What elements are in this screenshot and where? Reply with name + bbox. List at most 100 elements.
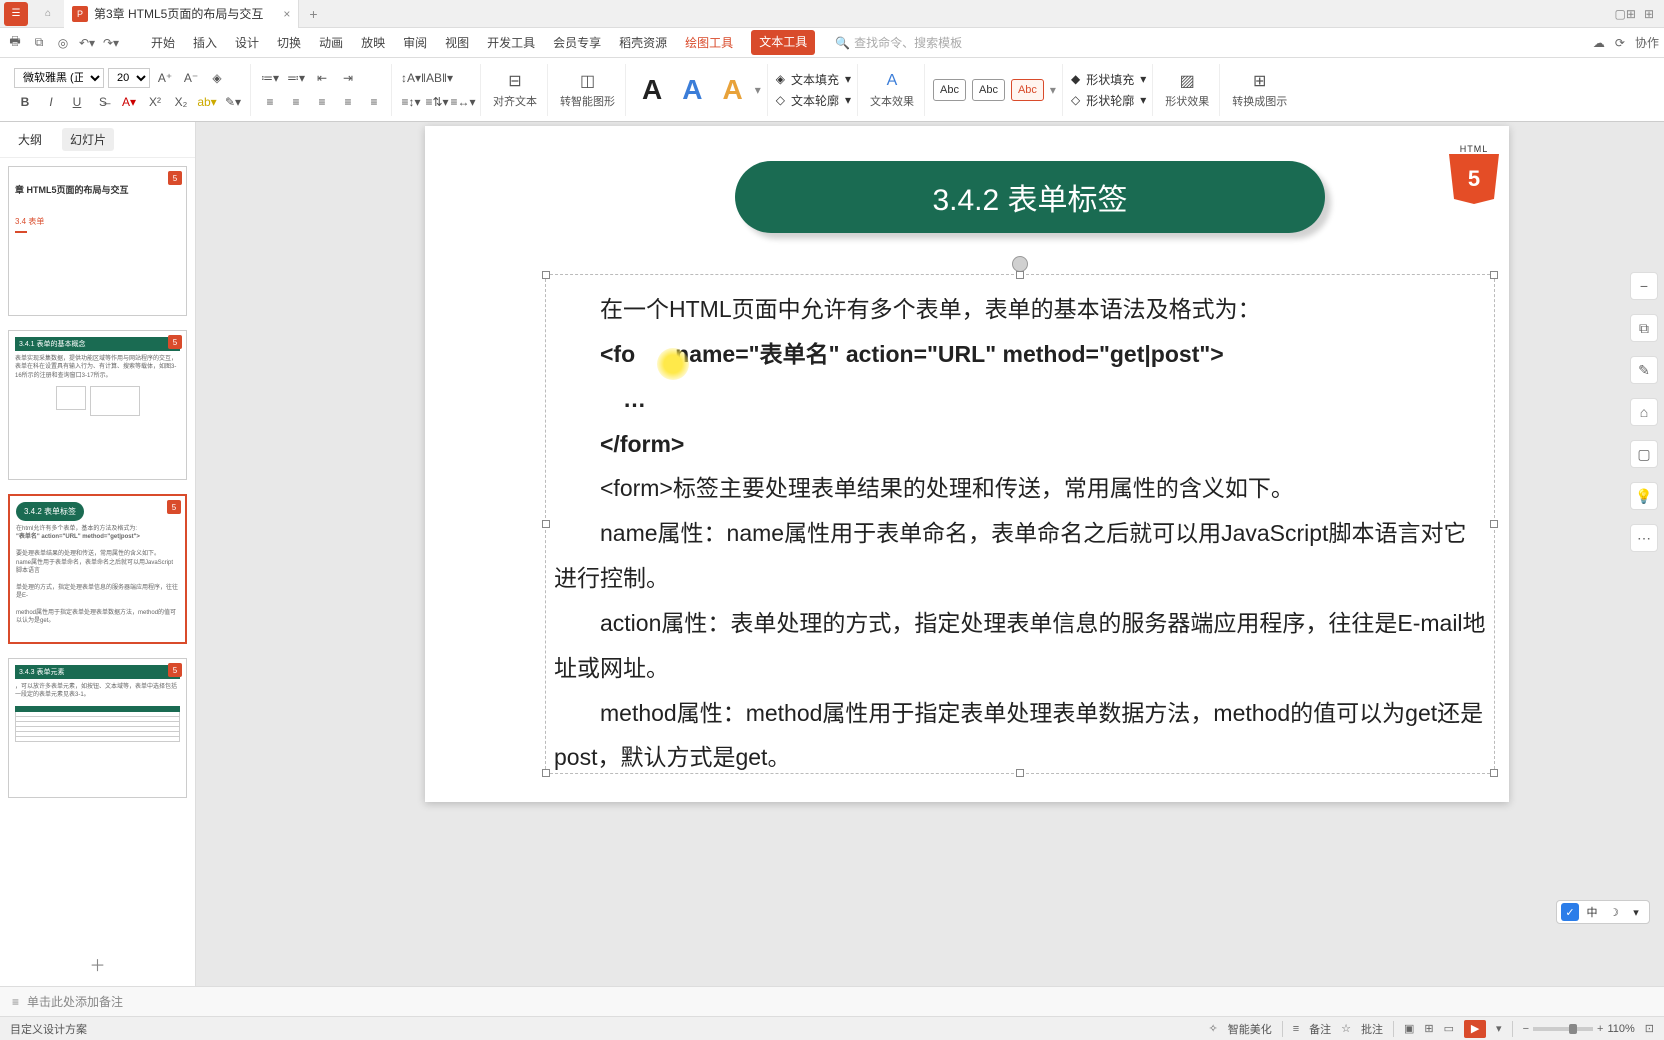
tab-transition[interactable]: 切换 — [277, 30, 301, 55]
content-line[interactable]: name属性：name属性用于表单命名，表单命名之后就可以用JavaScript… — [554, 511, 1486, 601]
convert-diagram-button[interactable]: ⊞ 转换成图示 — [1228, 71, 1291, 109]
content-textbox[interactable]: 在一个HTML页面中允许有多个表单，表单的基本语法及格式为： <foname="… — [545, 274, 1495, 774]
sync-icon[interactable]: ⟳ — [1615, 36, 1625, 50]
shape-outline-button[interactable]: 形状轮廓 — [1086, 92, 1134, 109]
italic-icon[interactable]: I — [40, 92, 62, 112]
slide-thumb-3[interactable]: 5 3.4.2 表单标签 在html允许有多个表单，基本的方法及格式为:"表单名… — [8, 494, 187, 644]
align-justify-icon[interactable]: ≡ — [337, 92, 359, 112]
search-input[interactable]: 🔍 查找命令、搜索模板 — [835, 34, 962, 51]
content-line[interactable]: method属性：method属性用于指定表单处理表单数据方法，method的值… — [554, 691, 1486, 781]
format-painter-icon[interactable]: ✎▾ — [222, 92, 244, 112]
slide-canvas[interactable]: HTML 5 3.4.2 表单标签 在一个HTML页面中允许有多个表单，表单的基… — [425, 126, 1509, 802]
add-tab-button[interactable]: + — [299, 6, 327, 22]
content-line[interactable]: … — [554, 377, 1486, 422]
zoom-out-icon[interactable]: − — [1630, 272, 1658, 300]
redo-icon[interactable]: ↷▾ — [101, 33, 121, 53]
ime-indicator[interactable]: ✓ 中 ☽ ▾ — [1556, 900, 1650, 924]
comment-icon[interactable]: ☆ — [1341, 1022, 1351, 1035]
font-size-select[interactable]: 20 — [108, 68, 150, 88]
text-style-a1[interactable]: A — [634, 74, 670, 106]
superscript-icon[interactable]: X² — [144, 92, 166, 112]
bullets-icon[interactable]: ≔▾ — [259, 68, 281, 88]
toolbox-icon[interactable]: ⌂ — [1630, 398, 1658, 426]
decrease-font-icon[interactable]: A⁻ — [180, 68, 202, 88]
increase-indent-icon[interactable]: ⇥ — [337, 68, 359, 88]
shape-effect-button[interactable]: ▨ 形状效果 — [1161, 71, 1213, 109]
text-style-more-icon[interactable]: ▾ — [755, 83, 761, 97]
design-plan-label[interactable]: 目定义设计方案 — [10, 1021, 87, 1037]
content-line[interactable]: action属性：表单处理的方式，指定处理表单信息的服务器端应用程序，往往是E-… — [554, 601, 1486, 691]
comment-toggle[interactable]: 批注 — [1361, 1021, 1383, 1037]
slideshow-dropdown-icon[interactable]: ▾ — [1496, 1022, 1502, 1035]
fit-icon[interactable]: ⊡ — [1645, 1022, 1654, 1035]
resize-handle[interactable] — [1490, 769, 1498, 777]
document-tab[interactable]: P 第3章 HTML5页面的布局与交互 × — [64, 0, 299, 28]
resize-handle[interactable] — [1490, 271, 1498, 279]
increase-font-icon[interactable]: A⁺ — [154, 68, 176, 88]
strikethrough-icon[interactable]: S̶ — [92, 92, 114, 112]
shape-style-3[interactable]: Abc — [1011, 79, 1044, 101]
shape-fill-button[interactable]: 形状填充 — [1086, 71, 1134, 88]
spacing-icon[interactable]: ‖AB‖▾ — [426, 68, 448, 88]
tab-text-tool[interactable]: 文本工具 — [751, 30, 815, 55]
highlight-icon[interactable]: ab▾ — [196, 92, 218, 112]
text-style-a2[interactable]: A — [674, 74, 710, 106]
align-distribute-icon[interactable]: ≡ — [363, 92, 385, 112]
tab-review[interactable]: 审阅 — [403, 30, 427, 55]
align-left-icon[interactable]: ≡ — [259, 92, 281, 112]
window-grid-icon[interactable]: ⊞ — [1644, 7, 1654, 21]
resize-handle[interactable] — [1490, 520, 1498, 528]
resize-handle[interactable] — [542, 769, 550, 777]
align-center-icon[interactable]: ≡ — [285, 92, 307, 112]
bulb-icon[interactable]: 💡 — [1630, 482, 1658, 510]
tab-slides[interactable]: 幻灯片 — [62, 128, 114, 151]
view-sorter-icon[interactable]: ⊞ — [1424, 1022, 1433, 1035]
ime-dropdown-icon[interactable]: ▾ — [1627, 903, 1645, 921]
tab-insert[interactable]: 插入 — [193, 30, 217, 55]
numbering-icon[interactable]: ≕▾ — [285, 68, 307, 88]
close-tab-icon[interactable]: × — [283, 7, 290, 21]
undo-icon[interactable]: ↶▾ — [77, 33, 97, 53]
notes-toggle-icon[interactable]: ≡ — [1293, 1023, 1299, 1035]
shape-style-2[interactable]: Abc — [972, 79, 1005, 101]
add-slide-button[interactable]: ＋ — [0, 942, 195, 986]
text-style-a3[interactable]: A — [714, 74, 750, 106]
notes-placeholder[interactable]: 单击此处添加备注 — [27, 993, 123, 1010]
beautify-button[interactable]: 智能美化 — [1228, 1021, 1272, 1037]
panel-icon[interactable]: ▢ — [1630, 440, 1658, 468]
print-icon[interactable]: 🖶 — [5, 33, 25, 53]
resize-handle[interactable] — [1016, 271, 1024, 279]
indent-spacing-icon[interactable]: ≡↔▾ — [452, 92, 474, 112]
slide-thumb-1[interactable]: 5 章 HTML5页面的布局与交互 3.4 表单 — [8, 166, 187, 316]
bold-icon[interactable]: B — [14, 92, 36, 112]
tab-slideshow[interactable]: 放映 — [361, 30, 385, 55]
underline-icon[interactable]: U — [66, 92, 88, 112]
shape-style-more-icon[interactable]: ▾ — [1050, 83, 1056, 97]
preview-icon[interactable]: ⧉ — [29, 33, 49, 53]
text-outline-button[interactable]: 文本轮廓 — [791, 92, 839, 109]
view-normal-icon[interactable]: ▣ — [1404, 1022, 1414, 1035]
text-effect-button[interactable]: A 文本效果 — [866, 71, 918, 109]
tab-resource[interactable]: 稻壳资源 — [619, 30, 667, 55]
tab-outline[interactable]: 大纲 — [10, 128, 50, 151]
text-direction-icon[interactable]: ↕A▾ — [400, 68, 422, 88]
slide-thumb-2[interactable]: 5 3.4.1 表单的基本概念 表单实现采集数据，提供功能区域等作用与网站程序的… — [8, 330, 187, 480]
para-spacing-icon[interactable]: ≡⇅▾ — [426, 92, 448, 112]
zoom-out-button[interactable]: − — [1523, 1023, 1529, 1035]
resize-handle[interactable] — [542, 271, 550, 279]
refresh-icon[interactable]: ◎ — [53, 33, 73, 53]
smart-shape-button[interactable]: ◫ 转智能图形 — [556, 71, 619, 109]
cloud-icon[interactable]: ☁ — [1593, 36, 1605, 50]
tab-draw-tool[interactable]: 绘图工具 — [685, 30, 733, 55]
tab-member[interactable]: 会员专享 — [553, 30, 601, 55]
view-reading-icon[interactable]: ▭ — [1444, 1022, 1454, 1035]
home-icon[interactable]: ⌂ — [36, 2, 60, 26]
window-layout-icon[interactable]: ▢⊞ — [1615, 7, 1636, 21]
subscript-icon[interactable]: X₂ — [170, 92, 192, 112]
zoom-in-button[interactable]: + — [1597, 1023, 1603, 1035]
shape-style-1[interactable]: Abc — [933, 79, 966, 101]
layers-icon[interactable]: ⧉ — [1630, 314, 1658, 342]
text-fill-button[interactable]: 文本填充 — [791, 71, 839, 88]
collab-button[interactable]: 协作 — [1635, 34, 1659, 51]
notes-toggle[interactable]: 备注 — [1309, 1021, 1331, 1037]
